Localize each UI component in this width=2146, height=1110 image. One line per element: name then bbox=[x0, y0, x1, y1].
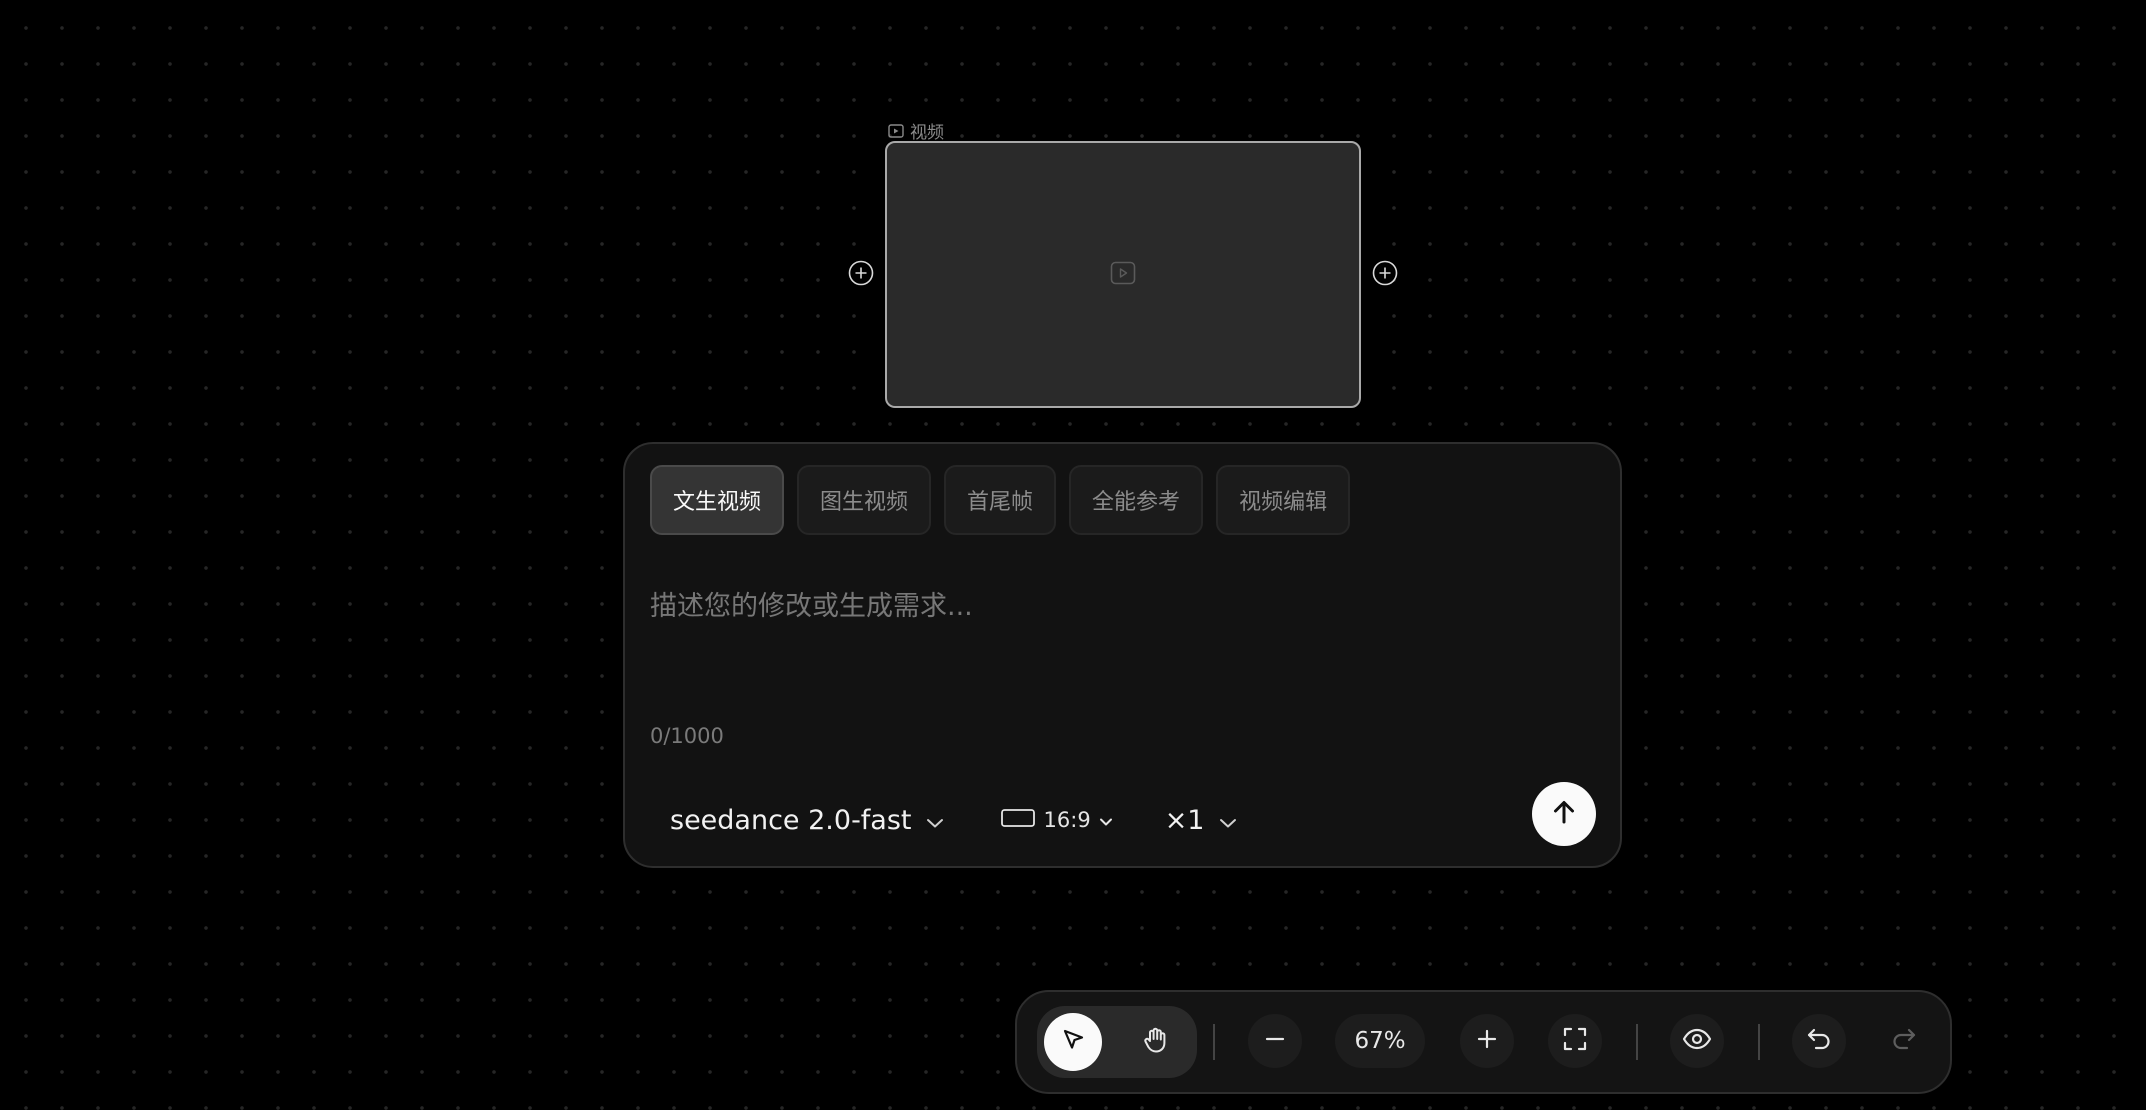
plus-icon bbox=[848, 260, 874, 290]
node-label-text: 视频 bbox=[910, 123, 944, 143]
zoom-in-button[interactable] bbox=[1460, 1014, 1514, 1068]
tab-omni-reference[interactable]: 全能参考 bbox=[1069, 465, 1204, 535]
video-icon bbox=[888, 123, 904, 138]
fullscreen-icon bbox=[1561, 1025, 1589, 1057]
chevron-down-icon bbox=[1219, 805, 1237, 836]
select-tool-button[interactable] bbox=[1044, 1013, 1102, 1071]
model-select-label: seedance 2.0-fast bbox=[670, 804, 912, 836]
model-select[interactable]: seedance 2.0-fast bbox=[670, 805, 944, 836]
node-label: 视频 bbox=[888, 118, 944, 143]
redo-icon bbox=[1890, 1025, 1918, 1057]
chevron-down-icon bbox=[1099, 808, 1113, 832]
plus-icon bbox=[1372, 260, 1398, 290]
aspect-ratio-select[interactable]: 16:9 bbox=[1000, 807, 1113, 834]
output-count-label: ×1 bbox=[1164, 804, 1205, 836]
eye-icon bbox=[1681, 1026, 1713, 1056]
minus-icon bbox=[1262, 1026, 1288, 1056]
zoom-out-button[interactable] bbox=[1248, 1014, 1302, 1068]
cursor-icon bbox=[1059, 1026, 1087, 1058]
tab-video-edit[interactable]: 视频编辑 bbox=[1216, 465, 1351, 535]
hand-icon bbox=[1140, 1024, 1172, 1060]
redo-button[interactable] bbox=[1877, 1014, 1931, 1068]
fit-to-screen-button[interactable] bbox=[1548, 1014, 1602, 1068]
output-count-select[interactable]: ×1 bbox=[1165, 805, 1237, 836]
generation-options: seedance 2.0-fast 16:9 ×1 bbox=[670, 792, 1237, 848]
add-input-connector[interactable] bbox=[848, 260, 874, 290]
pointer-tool-group bbox=[1037, 1006, 1197, 1078]
undo-button[interactable] bbox=[1792, 1014, 1846, 1068]
tab-text-to-video[interactable]: 文生视频 bbox=[650, 465, 785, 535]
toolbar-divider bbox=[1758, 1024, 1760, 1060]
toolbar-divider bbox=[1213, 1024, 1215, 1060]
canvas[interactable]: 视频 文生视频 图生视频 首尾帧 全能参考 视频编辑 描述您的修改或生成需求..… bbox=[0, 0, 2146, 1110]
zoom-level[interactable]: 67% bbox=[1335, 1014, 1425, 1068]
char-count: 0/1000 bbox=[650, 724, 724, 748]
play-icon bbox=[1110, 261, 1136, 289]
hand-tool-button[interactable] bbox=[1129, 1015, 1183, 1069]
aspect-ratio-icon bbox=[1000, 807, 1036, 834]
preview-button[interactable] bbox=[1670, 1014, 1724, 1068]
toolbar-divider bbox=[1636, 1024, 1638, 1060]
prompt-panel: 文生视频 图生视频 首尾帧 全能参考 视频编辑 0/1000 seedance … bbox=[623, 442, 1622, 868]
undo-icon bbox=[1805, 1025, 1833, 1057]
send-button[interactable] bbox=[1532, 782, 1596, 846]
plus-icon bbox=[1474, 1026, 1500, 1056]
tab-image-to-video[interactable]: 图生视频 bbox=[797, 465, 932, 535]
arrow-up-icon bbox=[1549, 797, 1579, 831]
tab-first-last-frame[interactable]: 首尾帧 bbox=[944, 465, 1057, 535]
prompt-input[interactable] bbox=[650, 584, 1590, 674]
mode-tabs: 文生视频 图生视频 首尾帧 全能参考 视频编辑 bbox=[650, 465, 1351, 535]
aspect-ratio-label: 16:9 bbox=[1043, 808, 1091, 832]
chevron-down-icon bbox=[926, 805, 944, 836]
video-node[interactable] bbox=[885, 141, 1361, 408]
canvas-toolbar: 67% bbox=[1015, 990, 1952, 1094]
add-output-connector[interactable] bbox=[1372, 260, 1398, 290]
